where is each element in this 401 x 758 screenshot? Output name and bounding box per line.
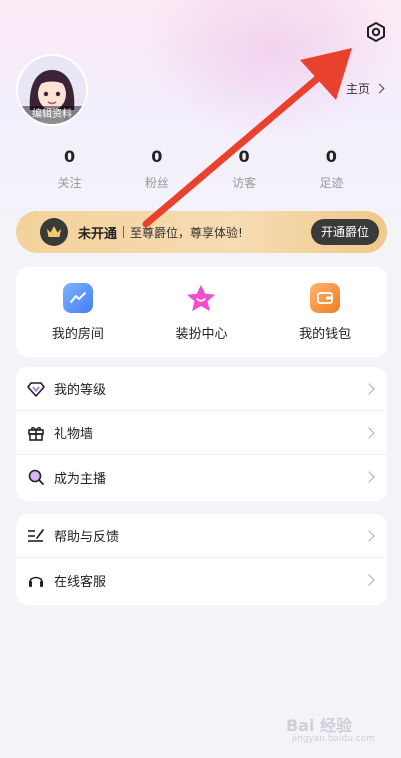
menu-item-my-level[interactable]: 我的等级 — [16, 367, 387, 411]
my-room-button[interactable]: 我的房间 — [28, 282, 128, 342]
stat-label: 关注 — [57, 176, 82, 190]
homepage-link[interactable]: 主页 — [345, 80, 385, 97]
stat-fans[interactable]: 0 粉丝 — [127, 146, 187, 196]
menu-group-1: 我的等级 礼物墙 成为主播 — [16, 367, 387, 501]
edit-profile-label[interactable]: 编辑资料 — [18, 106, 86, 124]
chart-room-icon — [62, 282, 93, 313]
stat-value: 0 — [64, 147, 76, 166]
quick-action-label: 我的房间 — [51, 326, 104, 342]
vip-description: 至尊爵位，尊享体验! — [130, 225, 243, 240]
stats-row: 0 关注 0 粉丝 0 访客 0 足迹 — [0, 146, 401, 196]
wallet-icon — [310, 282, 341, 313]
menu-item-help-feedback[interactable]: 帮助与反馈 — [16, 514, 387, 558]
watermark-sub: jingyan.baidu.com — [292, 734, 376, 744]
my-wallet-button[interactable]: 我的钱包 — [275, 282, 375, 342]
chevron-right-icon — [363, 382, 375, 395]
stat-label: 访客 — [232, 176, 257, 190]
gift-icon — [26, 423, 46, 443]
stat-footprints[interactable]: 0 足迹 — [301, 146, 361, 196]
menu-item-label: 我的等级 — [54, 383, 107, 398]
watermark: Bai 经验 — [286, 716, 353, 735]
stat-value: 0 — [238, 147, 250, 166]
stat-label: 足迹 — [319, 176, 344, 190]
menu-item-label: 在线客服 — [54, 574, 107, 590]
vip-banner[interactable]: 未开通 至尊爵位，尊享体验! 开通爵位 — [16, 211, 387, 253]
quick-actions-card: 我的房间 装扮中心 我的钱包 — [16, 267, 387, 357]
crown-badge — [40, 218, 68, 246]
chevron-right-icon — [363, 471, 375, 483]
chevron-right-icon — [363, 574, 375, 586]
menu-item-become-streamer[interactable]: 成为主播 — [16, 455, 387, 499]
star-icon — [186, 283, 216, 313]
vip-status: 未开通 — [78, 226, 118, 242]
chevron-right-icon — [363, 529, 375, 542]
stat-following[interactable]: 0 关注 — [40, 146, 100, 196]
menu-item-online-service[interactable]: 在线客服 — [16, 558, 387, 602]
menu-item-gift-wall[interactable]: 礼物墙 — [16, 411, 387, 455]
menu-item-label: 帮助与反馈 — [54, 530, 120, 545]
headphones-icon — [26, 570, 46, 590]
avatar[interactable]: 编辑资料 — [16, 54, 88, 126]
divider — [123, 226, 125, 238]
chevron-right-icon — [363, 426, 375, 439]
gear-icon — [367, 22, 385, 42]
stat-visitors[interactable]: 0 访客 — [214, 146, 274, 196]
magnifier-icon — [26, 467, 46, 487]
diamond-icon — [26, 379, 46, 399]
quick-action-label: 我的钱包 — [299, 326, 352, 342]
menu-item-label: 礼物墙 — [54, 427, 94, 442]
homepage-label: 主页 — [345, 82, 370, 96]
stat-value: 0 — [325, 147, 337, 166]
stat-label: 粉丝 — [144, 176, 169, 190]
open-vip-button[interactable]: 开通爵位 — [310, 219, 379, 245]
menu-group-2: 帮助与反馈 在线客服 — [16, 514, 387, 605]
stat-value: 0 — [151, 147, 163, 166]
chevron-right-icon — [374, 83, 385, 94]
dressup-center-button[interactable]: 装扮中心 — [151, 283, 251, 342]
edit-lines-icon — [26, 526, 46, 546]
quick-action-label: 装扮中心 — [175, 326, 228, 342]
menu-item-label: 成为主播 — [54, 471, 107, 487]
settings-button[interactable] — [362, 18, 390, 46]
crown-icon — [47, 226, 61, 237]
